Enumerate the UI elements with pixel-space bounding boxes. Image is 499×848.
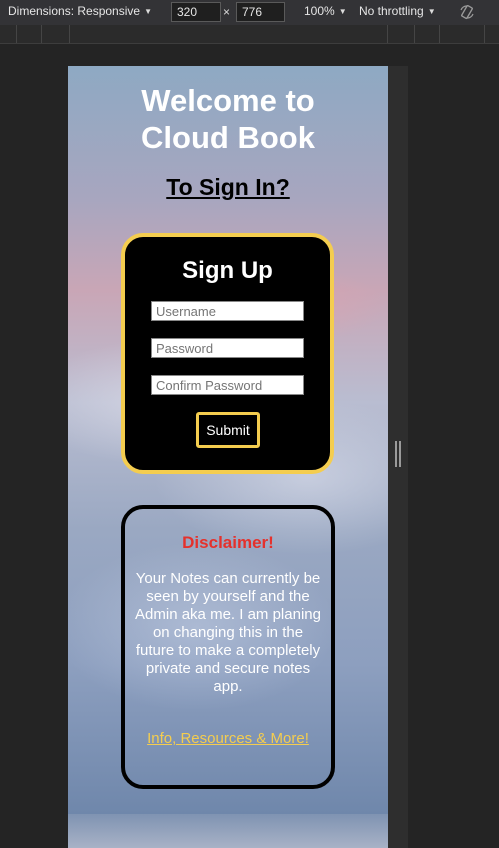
disclaimer-text: Your Notes can currently be seen by your… <box>135 570 321 695</box>
chevron-down-icon: ▼ <box>427 6 436 16</box>
ruler-segment[interactable] <box>387 25 388 43</box>
submit-button[interactable]: Submit <box>196 412 260 448</box>
media-query-ruler <box>0 25 499 44</box>
ruler-segment[interactable] <box>69 25 70 43</box>
username-input[interactable] <box>151 301 304 321</box>
chevron-down-icon: ▼ <box>144 6 152 16</box>
ruler-segment[interactable] <box>414 25 415 43</box>
width-input[interactable] <box>171 2 221 22</box>
ruler-segment[interactable] <box>439 25 440 43</box>
password-input[interactable] <box>151 338 304 358</box>
confirm-password-input[interactable] <box>151 375 304 395</box>
page-title-line: Cloud Book <box>141 120 315 155</box>
sign-up-card: Sign Up Submit <box>121 233 334 474</box>
ruler-segment[interactable] <box>484 25 485 43</box>
ruler-segment[interactable] <box>16 25 17 43</box>
page-title-line: Welcome to <box>141 83 315 118</box>
resize-handle[interactable] <box>395 441 401 467</box>
sign-in-link[interactable]: To Sign In? <box>68 174 388 201</box>
zoom-label: 100% <box>304 4 335 18</box>
throttling-dropdown[interactable]: No throttling ▼ <box>359 4 436 18</box>
chevron-down-icon: ▼ <box>338 6 347 16</box>
info-resources-link[interactable]: Info, Resources & More! <box>143 730 313 748</box>
ruler-segment[interactable] <box>41 25 42 43</box>
page-title: Welcome to Cloud Book <box>68 82 388 156</box>
disclaimer-box: Disclaimer! Your Notes can currently be … <box>121 505 335 789</box>
emulated-viewport: Welcome to Cloud Book To Sign In? Sign U… <box>68 66 388 814</box>
devtools-toolbar: Dimensions: Responsive ▼ × 100% ▼ No thr… <box>0 0 499 25</box>
dimensions-label: Dimensions: Responsive <box>8 4 141 18</box>
dimensions-dropdown[interactable]: Dimensions: Responsive ▼ <box>8 4 152 18</box>
rotate-icon[interactable] <box>459 4 475 20</box>
sign-up-title: Sign Up <box>182 257 273 284</box>
viewport-overflow <box>68 814 388 848</box>
throttling-label: No throttling <box>359 4 424 18</box>
disclaimer-title: Disclaimer! <box>182 533 274 552</box>
height-input[interactable] <box>236 2 285 22</box>
zoom-dropdown[interactable]: 100% ▼ <box>304 4 347 18</box>
times-separator: × <box>223 5 231 19</box>
